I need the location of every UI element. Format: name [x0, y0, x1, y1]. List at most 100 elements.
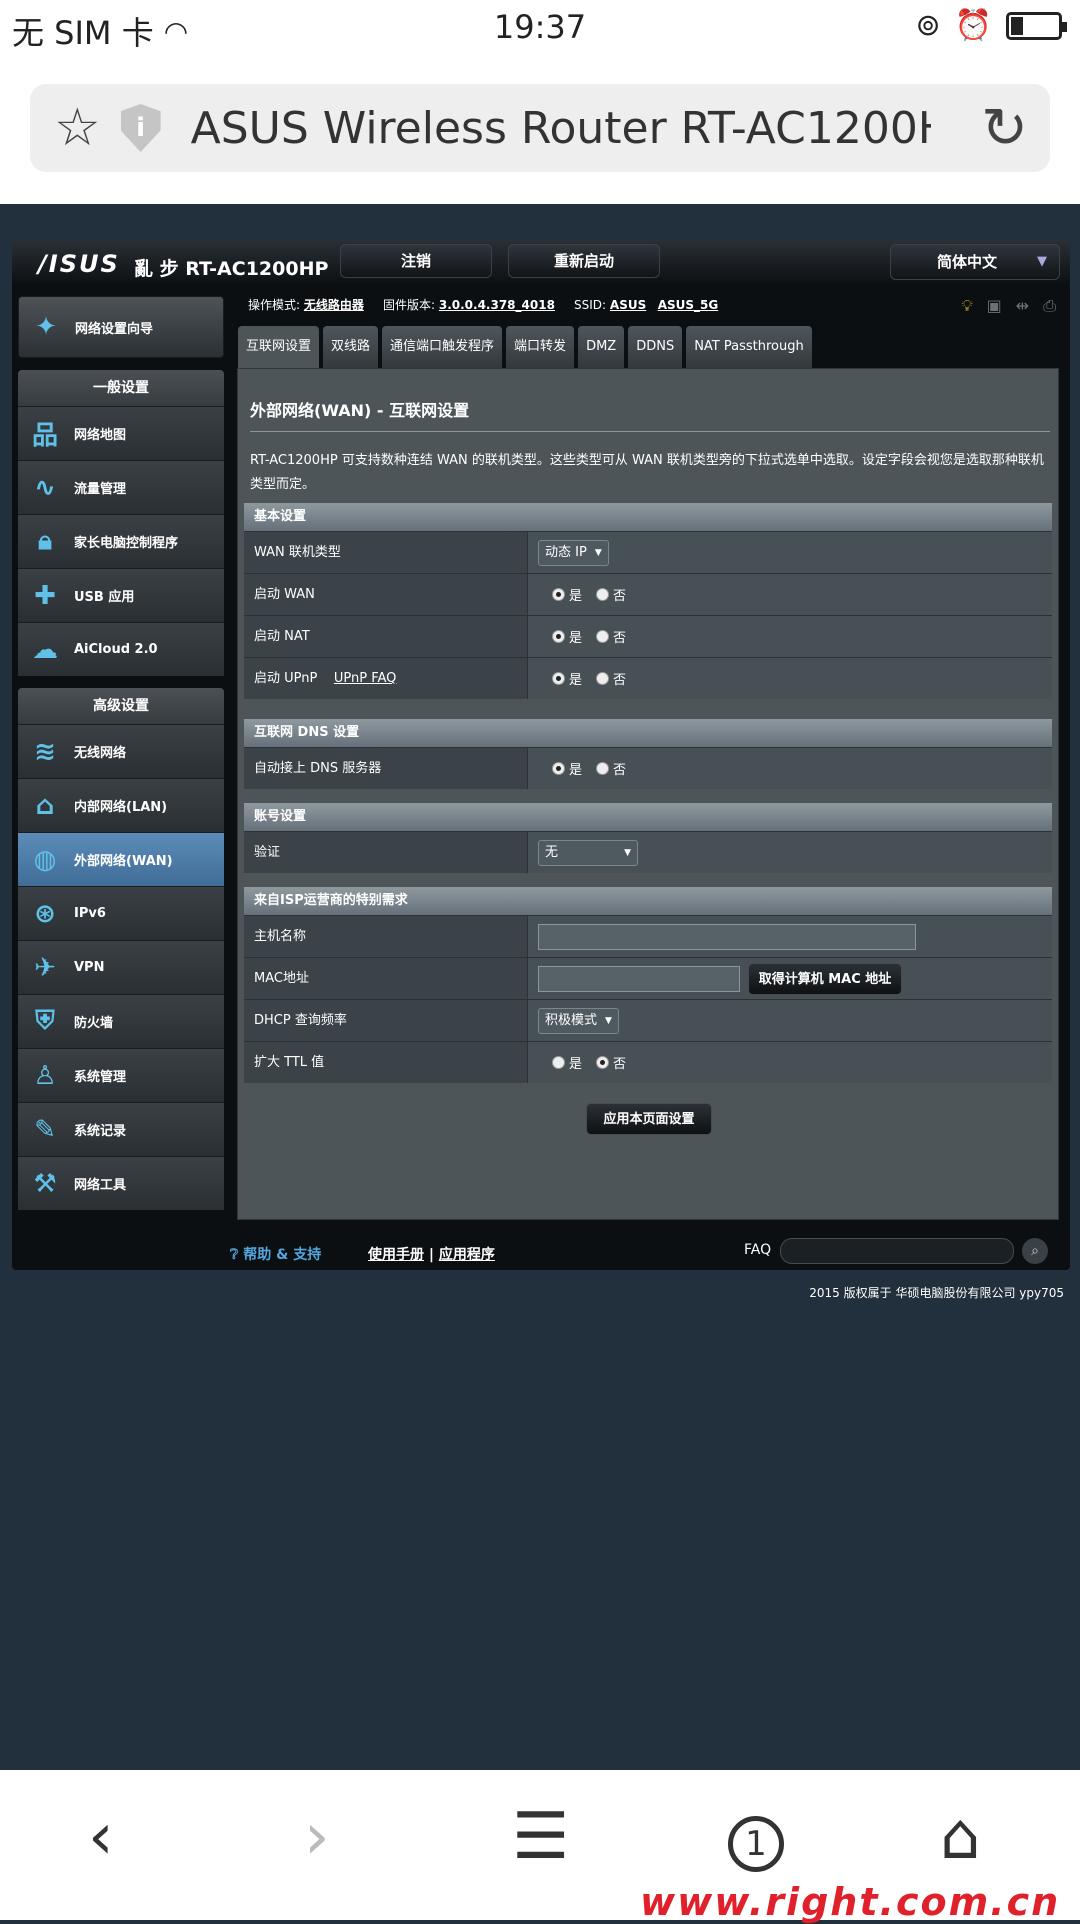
site-info-icon[interactable]: i — [120, 104, 161, 152]
browser-toolbar: ☆ i ASUS Wireless Router RT-AC1200H... ↻ — [0, 56, 1080, 204]
sidebar-item-wan[interactable]: ◍ 外部网络(WAN) — [18, 832, 224, 886]
enable-upnp-no-radio[interactable] — [596, 672, 610, 685]
wan-type-value: 动态 IP — [545, 544, 587, 560]
sidebar-item-vpn[interactable]: ✈ VPN — [18, 940, 224, 994]
battery-icon — [1006, 11, 1067, 40]
sidebar-item-usb[interactable]: ✚ USB 应用 — [18, 568, 224, 622]
table-row: 自动接上 DNS 服务器 是 否 — [244, 747, 1052, 789]
auto-dns-yes-radio[interactable] — [552, 762, 565, 775]
tab-nat-passthrough[interactable]: NAT Passthrough — [686, 326, 812, 368]
sidebar-item-admin[interactable]: ♙ 系统管理 — [18, 1048, 224, 1102]
ssid-link-1[interactable]: ASUS — [610, 298, 646, 312]
router-page: /ISUS 亂 步 RT-AC1200HP 注销 重新启动 简体中文 ▼ ✦ 网… — [12, 240, 1070, 1270]
help-support-link[interactable]: ❔︎ 帮助 & 支持 — [230, 1244, 321, 1264]
help-icon: ❔︎ — [230, 1247, 239, 1263]
quick-setup-button[interactable]: ✦ 网络设置向导 — [18, 296, 224, 358]
mac-label: MAC地址 — [244, 958, 528, 999]
get-mac-button[interactable]: 取得计算机 MAC 地址 — [748, 962, 902, 995]
ttl-no-radio[interactable] — [596, 1056, 610, 1069]
sidebar-item-label: 外部网络(WAN) — [74, 854, 173, 869]
table-row: 验证 无 ▼ — [244, 831, 1052, 873]
sidebar-item-firewall[interactable]: ⛨ 防火墙 — [18, 994, 224, 1048]
wrench-icon: ⚒ — [33, 1168, 57, 1199]
sidebar-item-tools[interactable]: ⚒ 网络工具 — [18, 1156, 224, 1210]
globe-icon: ◍ — [33, 844, 57, 875]
dns-settings-table: 互联网 DNS 设置 自动接上 DNS 服务器 是 否 — [244, 719, 1052, 789]
sidebar-item-label: 网络地图 — [74, 428, 127, 443]
dhcp-select[interactable]: 积极模式 ▼ — [538, 1007, 619, 1034]
bookmark-star-icon[interactable]: ☆ — [54, 98, 101, 158]
search-icon[interactable]: ⌕ — [1022, 1238, 1048, 1264]
page-title[interactable]: ASUS Wireless Router RT-AC1200H... — [191, 103, 931, 154]
reload-icon[interactable]: ↻ — [981, 96, 1028, 161]
sidebar-item-log[interactable]: ✎ 系统记录 — [18, 1102, 224, 1156]
table-row: 主机名称 — [244, 915, 1052, 957]
chevron-down-icon: ▼ — [624, 847, 631, 858]
sidebar-item-traffic[interactable]: ∿ 流量管理 — [18, 460, 224, 514]
ssid-link-2[interactable]: ASUS_5G — [658, 298, 719, 312]
enable-nat-yes-radio[interactable] — [552, 630, 565, 643]
sidebar-item-wireless[interactable]: ≋ 无线网络 — [18, 724, 224, 778]
enable-upnp-yes-radio[interactable] — [552, 672, 565, 685]
rotation-lock-icon: ⊚ — [915, 8, 941, 43]
back-icon[interactable]: ‹ — [88, 1800, 114, 1874]
apply-button[interactable]: 应用本页面设置 — [586, 1103, 712, 1135]
enable-wan-yes-radio[interactable] — [552, 588, 565, 601]
tab-dmz[interactable]: DMZ — [578, 326, 625, 368]
auto-dns-no-radio[interactable] — [596, 762, 610, 775]
basic-settings-header: 基本设置 — [244, 503, 1052, 531]
utility-link[interactable]: 应用程序 — [439, 1247, 495, 1263]
firmware-link[interactable]: 3.0.0.4.378_4018 — [439, 298, 555, 312]
sidebar-item-parental[interactable]: 🔒︎ 家长电脑控制程序 — [18, 514, 224, 568]
manual-link[interactable]: 使用手册 — [368, 1247, 424, 1263]
tab-dual-wan[interactable]: 双线路 — [323, 326, 379, 368]
bulb-icon[interactable]: 💡︎ — [961, 296, 972, 316]
yes-label: 是 — [569, 631, 583, 646]
auth-label: 验证 — [244, 832, 528, 873]
wan-type-select[interactable]: 动态 IP ▼ — [538, 539, 609, 566]
yes-label: 是 — [569, 1057, 583, 1072]
language-select[interactable]: 简体中文 ▼ — [890, 244, 1060, 280]
wifi-icon: ≋ — [34, 736, 56, 767]
usb-icon[interactable]: ⇹ — [1016, 296, 1029, 316]
mac-input[interactable] — [538, 965, 740, 992]
sidebar-item-aicloud[interactable]: ☁ AiCloud 2.0 — [18, 622, 224, 676]
yes-label: 是 — [569, 763, 583, 778]
menu-icon[interactable]: ☰ — [512, 1800, 569, 1874]
auth-select[interactable]: 无 ▼ — [538, 839, 638, 866]
tab-port-trigger[interactable]: 通信端口触发程序 — [382, 326, 503, 368]
enable-nat-no-radio[interactable] — [596, 630, 610, 643]
printer-icon[interactable]: ⎙ — [1043, 296, 1056, 316]
enable-wan-label: 启动 WAN — [244, 574, 528, 615]
tab-ddns[interactable]: DDNS — [628, 326, 683, 368]
faq-search-input[interactable] — [780, 1238, 1014, 1264]
auth-value: 无 — [545, 844, 559, 860]
hostname-input[interactable] — [538, 923, 916, 950]
tab-port-forward[interactable]: 端口转发 — [506, 326, 575, 368]
tab-count-button[interactable]: 1 — [728, 1816, 784, 1872]
basic-settings-table: 基本设置 WAN 联机类型 动态 IP ▼ 启动 WAN 是否 启动 NAT 是否… — [244, 503, 1052, 699]
mode-link[interactable]: 无线路由器 — [304, 298, 364, 312]
tab-bar: 互联网设置 双线路 通信端口触发程序 端口转发 DMZ DDNS NAT Pas… — [238, 326, 812, 368]
home-icon[interactable]: ⌂ — [940, 1800, 981, 1874]
sidebar-item-lan[interactable]: ⌂ 内部网络(LAN) — [18, 778, 224, 832]
table-row: 启动 UPnP UPnP FAQ 是 否 — [244, 657, 1052, 699]
tab-internet[interactable]: 互联网设置 — [238, 326, 320, 368]
sidebar-item-label: IPv6 — [74, 906, 106, 921]
sidebar-item-network-map[interactable]: 品 网络地图 — [18, 406, 224, 460]
sidebar-item-ipv6[interactable]: ⊛ IPv6 — [18, 886, 224, 940]
reboot-button[interactable]: 重新启动 — [508, 244, 660, 278]
logout-button[interactable]: 注销 — [340, 244, 492, 278]
forward-icon[interactable]: › — [304, 1800, 330, 1874]
clients-icon[interactable]: ▣ — [987, 296, 1002, 316]
dhcp-value: 积极模式 — [545, 1012, 598, 1028]
upnp-faq-link[interactable]: UPnP FAQ — [334, 671, 397, 686]
shield-icon: ⛨ — [35, 1006, 55, 1036]
address-bar[interactable]: ☆ i ASUS Wireless Router RT-AC1200H... ↻ — [30, 84, 1050, 172]
ttl-yes-radio[interactable] — [552, 1056, 565, 1069]
router-footer: ❔︎ 帮助 & 支持 使用手册 | 应用程序 FAQ ⌕ — [12, 1230, 1070, 1270]
table-row: DHCP 查询频率 积极模式 ▼ — [244, 999, 1052, 1041]
enable-wan-no-radio[interactable] — [596, 588, 610, 601]
no-label: 否 — [613, 763, 627, 778]
copyright-text: 2015 版权属于 华硕电脑股份有限公司 ypy705 — [809, 1286, 1064, 1300]
